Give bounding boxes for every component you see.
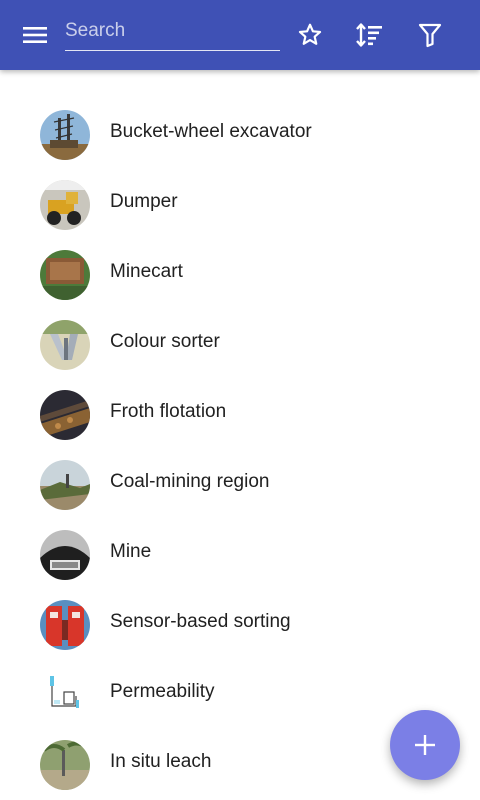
sensor-based-sorting-thumbnail (40, 600, 90, 650)
coal-mining-region-thumbnail (40, 460, 90, 510)
mine-thumbnail (40, 530, 90, 580)
menu-button[interactable] (13, 13, 57, 57)
excavator-thumbnail (40, 110, 90, 160)
list-item[interactable]: Coal-mining region (0, 449, 480, 519)
item-label: Dumper (110, 191, 178, 212)
item-label: In situ leach (110, 751, 212, 772)
list-item[interactable]: Froth flotation (0, 379, 480, 449)
froth-flotation-thumbnail (40, 390, 90, 440)
dumper-thumbnail (40, 180, 90, 230)
search-field (65, 14, 280, 51)
hamburger-menu-icon (23, 27, 47, 43)
list-item[interactable]: Dumper (0, 169, 480, 239)
colour-sorter-thumbnail (40, 320, 90, 370)
filter-icon (418, 23, 442, 48)
topic-list: Bucket-wheel excavator Dumper Minecart C… (0, 99, 480, 799)
list-item[interactable]: Colour sorter (0, 309, 480, 379)
search-input[interactable] (65, 14, 280, 48)
list-item[interactable]: Sensor-based sorting (0, 589, 480, 659)
favorites-button[interactable] (288, 13, 332, 57)
add-fab-button[interactable] (390, 710, 460, 780)
sort-icon (356, 23, 382, 47)
item-label: Froth flotation (110, 401, 227, 422)
item-label: Coal-mining region (110, 471, 270, 492)
item-label: Bucket-wheel excavator (110, 121, 312, 142)
list-item[interactable]: Bucket-wheel excavator (0, 99, 480, 169)
list-item[interactable]: Minecart (0, 239, 480, 309)
item-label: Sensor-based sorting (110, 611, 291, 632)
minecart-thumbnail (40, 250, 90, 300)
list-item[interactable]: Mine (0, 519, 480, 589)
filter-button[interactable] (408, 13, 452, 57)
app-bar (0, 0, 480, 70)
star-outline-icon (298, 23, 322, 45)
item-label: Colour sorter (110, 331, 220, 352)
item-label: Minecart (110, 261, 183, 282)
plus-icon (415, 735, 435, 755)
in-situ-leach-thumbnail (40, 740, 90, 790)
item-label: Permeability (110, 681, 215, 702)
item-label: Mine (110, 541, 152, 562)
sort-button[interactable] (348, 13, 392, 57)
permeability-diagram-thumbnail (40, 670, 90, 720)
